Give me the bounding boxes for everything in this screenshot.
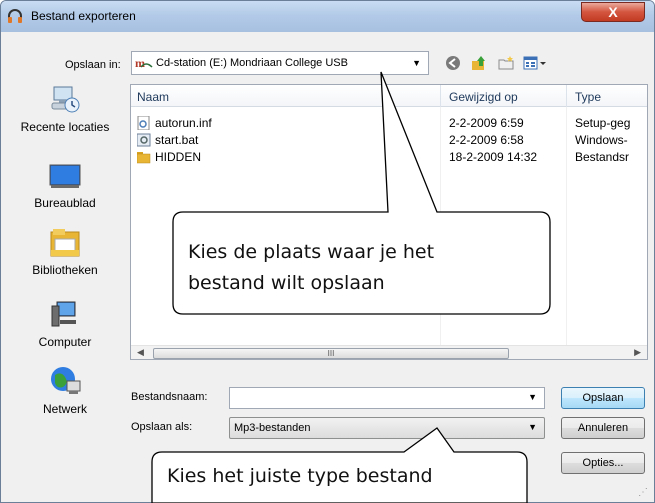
file-modified: 2-2-2009 6:59 — [449, 116, 524, 130]
back-icon[interactable] — [445, 55, 461, 71]
file-modified: 2-2-2009 6:58 — [449, 133, 524, 147]
file-row[interactable]: autorun.inf 2-2-2009 6:59 Setup-geg — [131, 115, 647, 132]
file-row[interactable]: start.bat 2-2-2009 6:58 Windows- — [131, 132, 647, 149]
computer-icon — [51, 301, 76, 327]
file-name: HIDDEN — [155, 150, 202, 164]
place-desktop[interactable]: Bureaublad — [4, 163, 126, 210]
options-button[interactable]: Opties... — [561, 452, 645, 474]
save-in-dropdown[interactable]: m Cd-station (E:) Mondriaan College USB … — [131, 51, 429, 75]
desktop-icon — [49, 164, 81, 188]
place-label: Computer — [38, 335, 92, 349]
libraries-icon — [50, 229, 80, 257]
file-type: Bestandsr — [575, 150, 630, 164]
callout-location-text-1: Kies de plaats waar je het — [188, 241, 435, 263]
horizontal-scrollbar[interactable]: ◀ III ▶ — [131, 345, 647, 359]
recent-places-icon — [51, 86, 80, 113]
file-modified: 18-2-2009 14:32 — [449, 150, 538, 164]
close-button[interactable]: X — [581, 2, 645, 22]
settings-file-icon — [137, 116, 150, 130]
chevron-down-icon: ▼ — [528, 422, 537, 432]
save-in-value: Cd-station (E:) Mondriaan College USB — [156, 57, 348, 69]
save-as-type-value: Mp3-bestanden — [234, 422, 311, 434]
column-divider[interactable] — [440, 85, 441, 107]
column-divider[interactable] — [566, 85, 567, 107]
chevron-down-icon[interactable]: ▼ — [528, 392, 537, 402]
file-type: Setup-geg — [575, 116, 631, 130]
place-label: Recente locaties — [20, 120, 110, 134]
place-libraries[interactable]: Bibliotheken — [4, 226, 126, 277]
cancel-button[interactable]: Annuleren — [561, 417, 645, 439]
save-as-type-select[interactable]: Mp3-bestanden ▼ — [229, 417, 545, 439]
scroll-right-icon[interactable]: ▶ — [634, 347, 641, 358]
place-label: Bureaublad — [34, 196, 96, 210]
cd-drive-icon: m — [135, 56, 153, 70]
place-label: Bibliotheken — [32, 263, 98, 277]
save-button[interactable]: Opslaan — [561, 387, 645, 409]
up-folder-icon[interactable] — [471, 55, 487, 71]
place-recent[interactable]: Recente locaties — [4, 83, 126, 134]
network-icon — [51, 367, 81, 394]
filename-input[interactable]: ▼ — [229, 387, 545, 409]
column-header-type[interactable]: Type — [575, 90, 601, 104]
callout-type-text: Kies het juiste type bestand — [167, 465, 433, 487]
file-list[interactable]: Naam Gewijzigd op Type autorun.inf 2-2-2… — [130, 84, 648, 360]
scroll-thumb[interactable]: III — [153, 348, 509, 359]
place-network[interactable]: Netwerk — [4, 363, 126, 416]
file-row[interactable]: HIDDEN 18-2-2009 14:32 Bestandsr — [131, 149, 647, 166]
file-name: start.bat — [155, 133, 199, 147]
place-label: Netwerk — [42, 402, 87, 416]
callout-location-text-2: bestand wilt opslaan — [188, 272, 385, 294]
chevron-down-icon: ▼ — [412, 58, 421, 68]
view-menu-icon[interactable] — [523, 55, 547, 71]
new-folder-icon[interactable] — [498, 55, 514, 71]
svg-text:m: m — [135, 56, 145, 70]
place-computer[interactable]: Computer — [4, 298, 126, 349]
folder-icon — [137, 152, 151, 164]
save-in-label: Opslaan in: — [65, 59, 121, 71]
file-name: autorun.inf — [155, 116, 212, 130]
headphones-icon — [8, 9, 22, 23]
column-header-modified[interactable]: Gewijzigd op — [449, 90, 518, 104]
places-bar: Recente locaties Bureaublad Bibliotheken — [4, 83, 126, 475]
column-header-name[interactable]: Naam — [137, 90, 169, 104]
file-type: Windows- — [575, 133, 628, 147]
title-bar[interactable]: Bestand exporteren X — [1, 1, 654, 32]
batch-file-icon — [137, 133, 151, 147]
window-title: Bestand exporteren — [31, 9, 136, 23]
filename-label: Bestandsnaam: — [131, 391, 208, 403]
scroll-left-icon[interactable]: ◀ — [137, 347, 144, 358]
file-list-header: Naam Gewijzigd op Type — [131, 85, 647, 107]
save-as-type-label: Opslaan als: — [131, 421, 193, 433]
resize-grip-icon[interactable]: ⋰ — [638, 487, 648, 498]
